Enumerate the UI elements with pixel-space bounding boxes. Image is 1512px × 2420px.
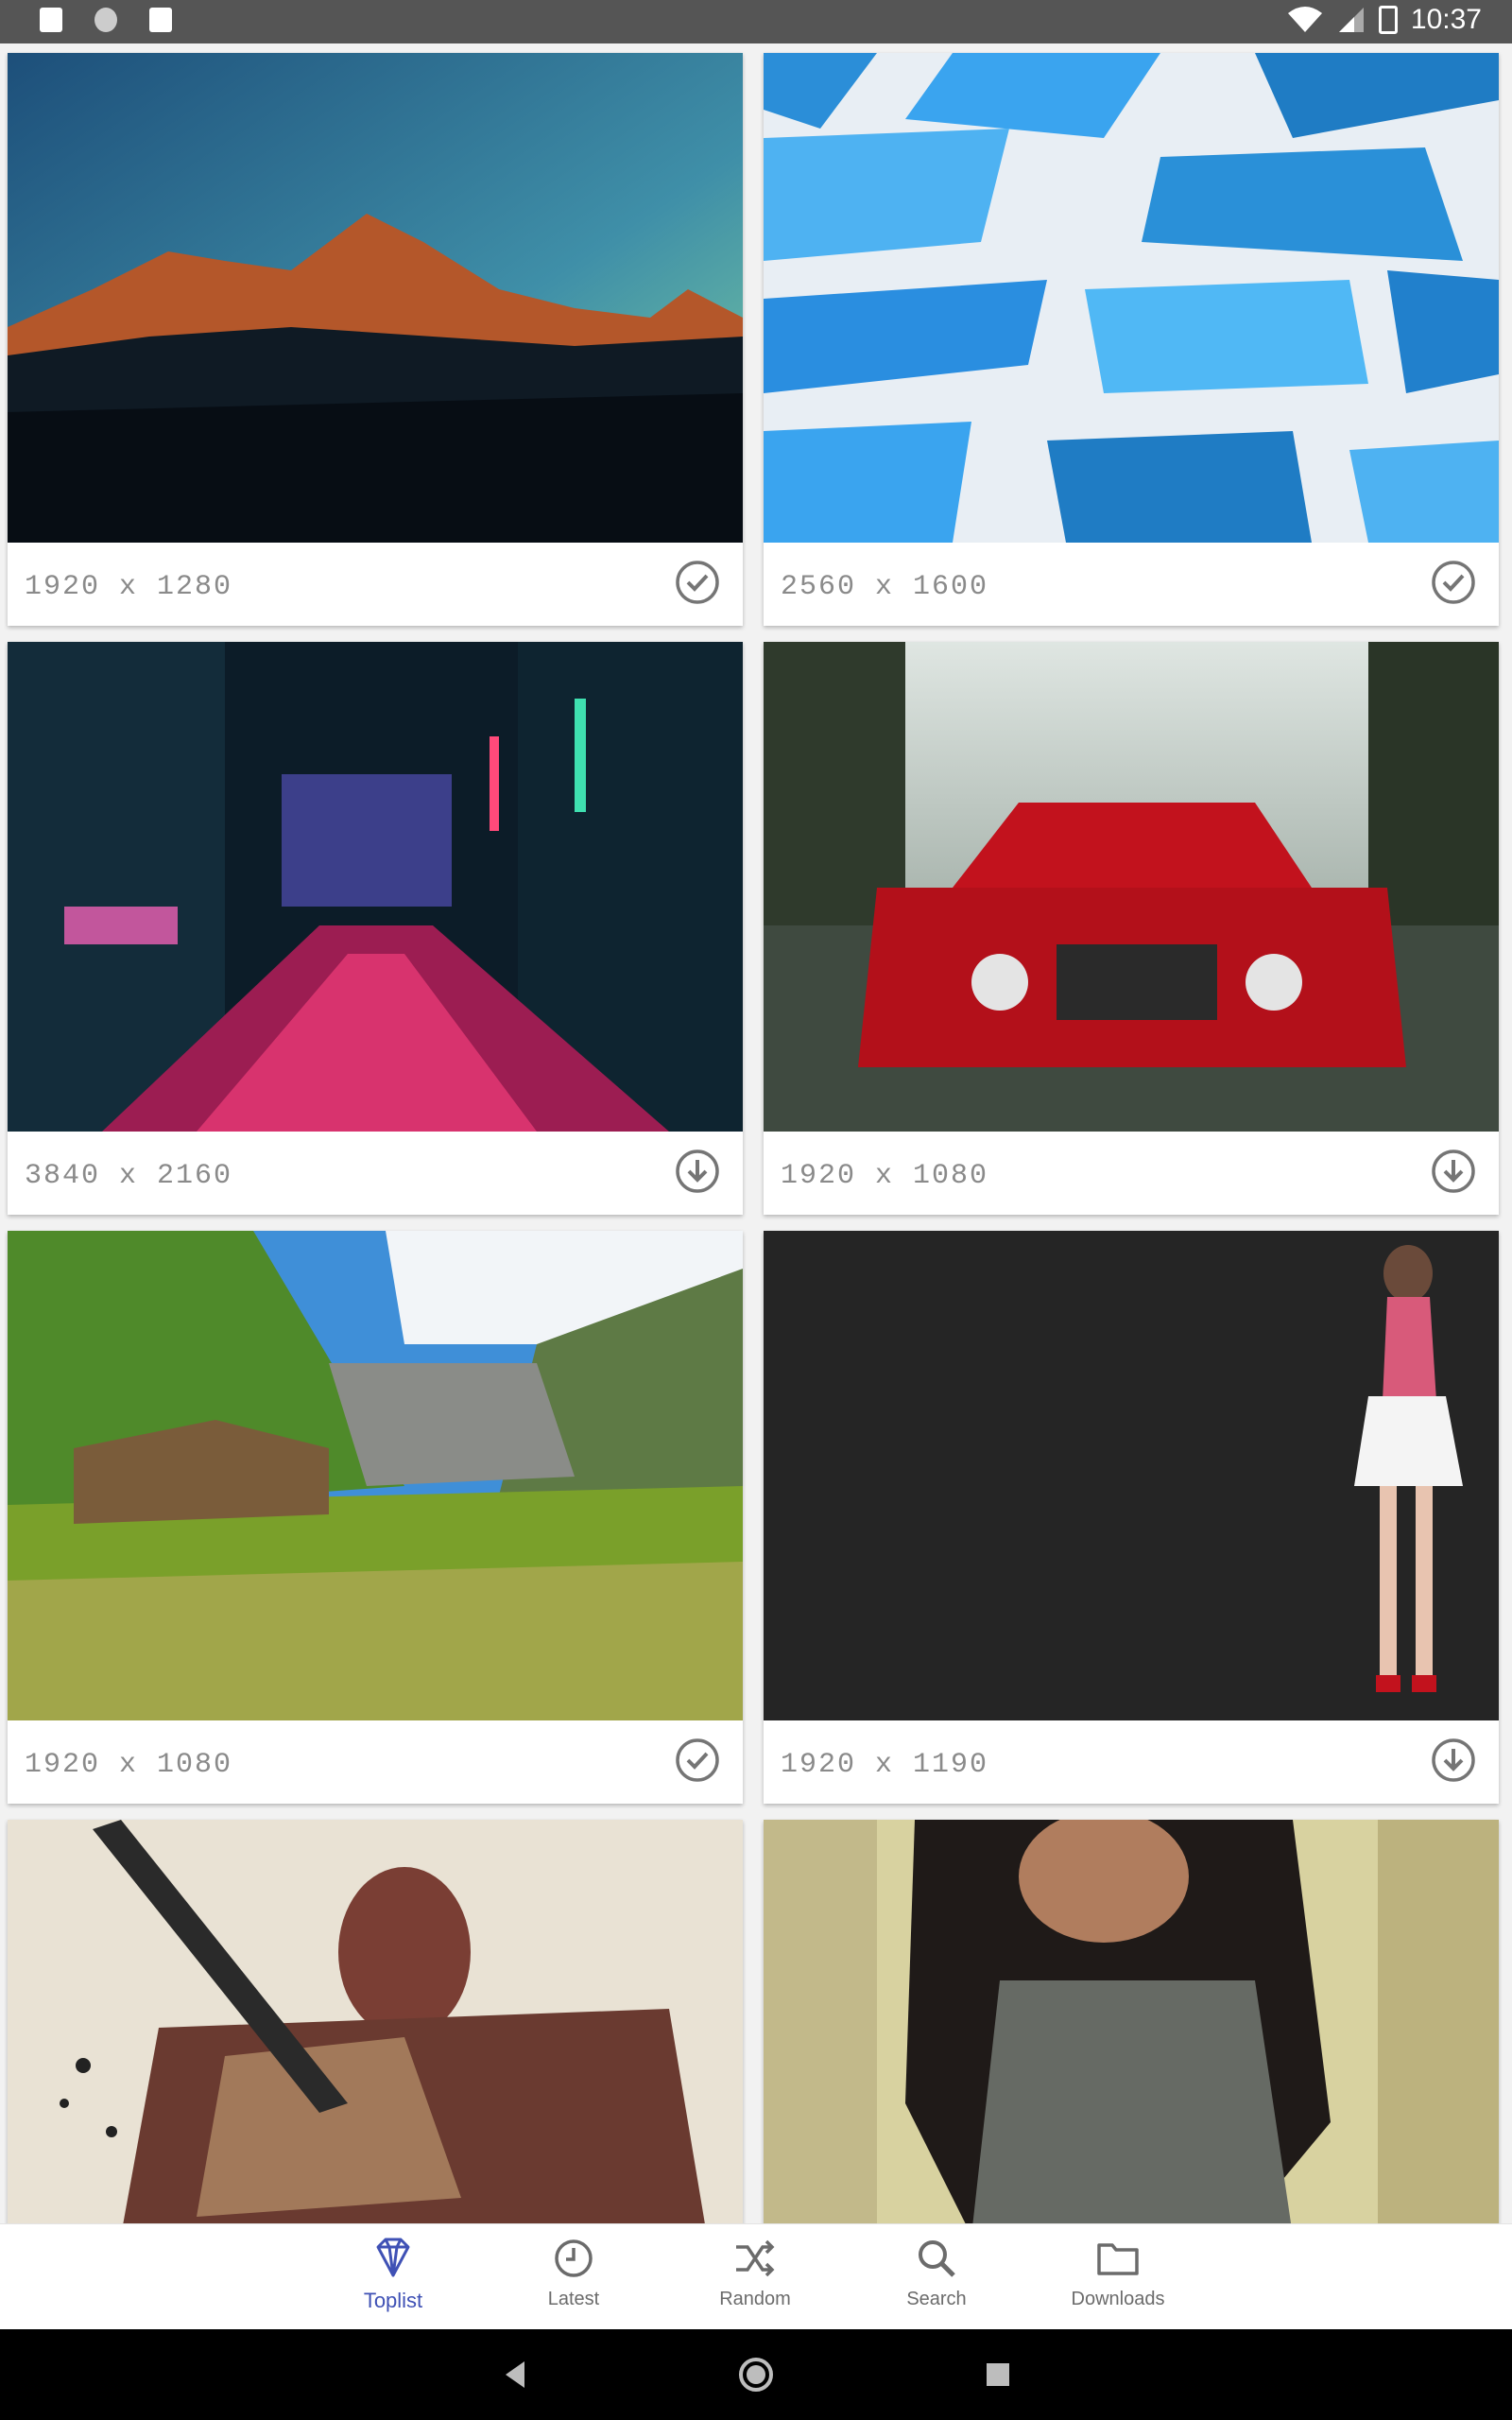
sd-card-icon: [149, 8, 172, 32]
diamond-icon: [369, 2234, 418, 2283]
wallpaper-grid[interactable]: 1920 x 1280 2560 x 1600 3840 x 2160 1920…: [0, 43, 1512, 2223]
nav-item-latest[interactable]: Latest: [493, 2234, 654, 2325]
wallpaper-thumbnail[interactable]: [764, 53, 1499, 543]
wallpaper-thumbnail[interactable]: [8, 1820, 743, 2223]
nav-item-search[interactable]: Search: [856, 2234, 1017, 2325]
clock-icon: [549, 2234, 598, 2283]
download-icon[interactable]: [675, 1149, 720, 1194]
download-icon[interactable]: [1431, 1737, 1476, 1783]
check-circle-icon[interactable]: [675, 1737, 720, 1783]
wallpaper-card[interactable]: 1920 x 1280: [8, 53, 743, 626]
wallpaper-card[interactable]: 1920 x 1080: [764, 642, 1499, 1215]
recents-icon[interactable]: [979, 2356, 1017, 2394]
back-icon[interactable]: [496, 2356, 534, 2394]
resolution-label: 1920 x 1280: [25, 571, 233, 603]
nav-item-downloads[interactable]: Downloads: [1038, 2234, 1198, 2325]
check-circle-icon[interactable]: [675, 560, 720, 605]
nav-label: Downloads: [1071, 2289, 1165, 2309]
signal-icon: [1338, 8, 1364, 32]
wallpaper-card[interactable]: 1920 x 1190: [764, 1231, 1499, 1804]
wallpaper-card[interactable]: 2560 x 1600: [764, 53, 1499, 626]
nav-item-random[interactable]: Random: [675, 2234, 835, 2325]
wallpaper-thumbnail[interactable]: [8, 53, 743, 543]
bottom-navigation: Toplist Latest Random Search Downloads: [0, 2223, 1512, 2330]
wallpaper-thumbnail[interactable]: [764, 1820, 1499, 2223]
home-icon[interactable]: [737, 2356, 775, 2394]
resolution-label: 1920 x 1080: [781, 1160, 989, 1192]
wallpaper-thumbnail[interactable]: [8, 642, 743, 1132]
nav-label: Latest: [547, 2289, 600, 2309]
system-navigation-bar: [0, 2329, 1512, 2420]
battery-charging-icon: [1378, 6, 1398, 34]
nav-item-toplist[interactable]: Toplist: [313, 2234, 473, 2325]
status-bar: 10:37: [0, 0, 1512, 43]
wallpaper-card[interactable]: 1920 x 1080: [8, 1231, 743, 1804]
wallpaper-card[interactable]: [8, 1820, 743, 2223]
resolution-label: 2560 x 1600: [781, 571, 989, 603]
folder-icon: [1093, 2234, 1143, 2283]
wallpaper-thumbnail[interactable]: [8, 1231, 743, 1720]
status-time: 10:37: [1410, 4, 1482, 35]
resolution-label: 3840 x 2160: [25, 1160, 233, 1192]
circle-icon: [94, 8, 117, 32]
wallpaper-thumbnail[interactable]: [764, 642, 1499, 1132]
nav-label: Search: [906, 2289, 967, 2309]
wifi-icon: [1287, 7, 1322, 32]
search-icon: [912, 2234, 961, 2283]
wallpaper-thumbnail[interactable]: [764, 1231, 1499, 1720]
nav-label: Toplist: [363, 2289, 423, 2312]
resolution-label: 1920 x 1190: [781, 1749, 989, 1781]
shuffle-icon: [730, 2234, 780, 2283]
nav-label: Random: [719, 2289, 791, 2309]
wallpaper-card[interactable]: [764, 1820, 1499, 2223]
a-icon: [40, 8, 62, 32]
resolution-label: 1920 x 1080: [25, 1749, 233, 1781]
download-icon[interactable]: [1431, 1149, 1476, 1194]
wallpaper-card[interactable]: 3840 x 2160: [8, 642, 743, 1215]
check-circle-icon[interactable]: [1431, 560, 1476, 605]
